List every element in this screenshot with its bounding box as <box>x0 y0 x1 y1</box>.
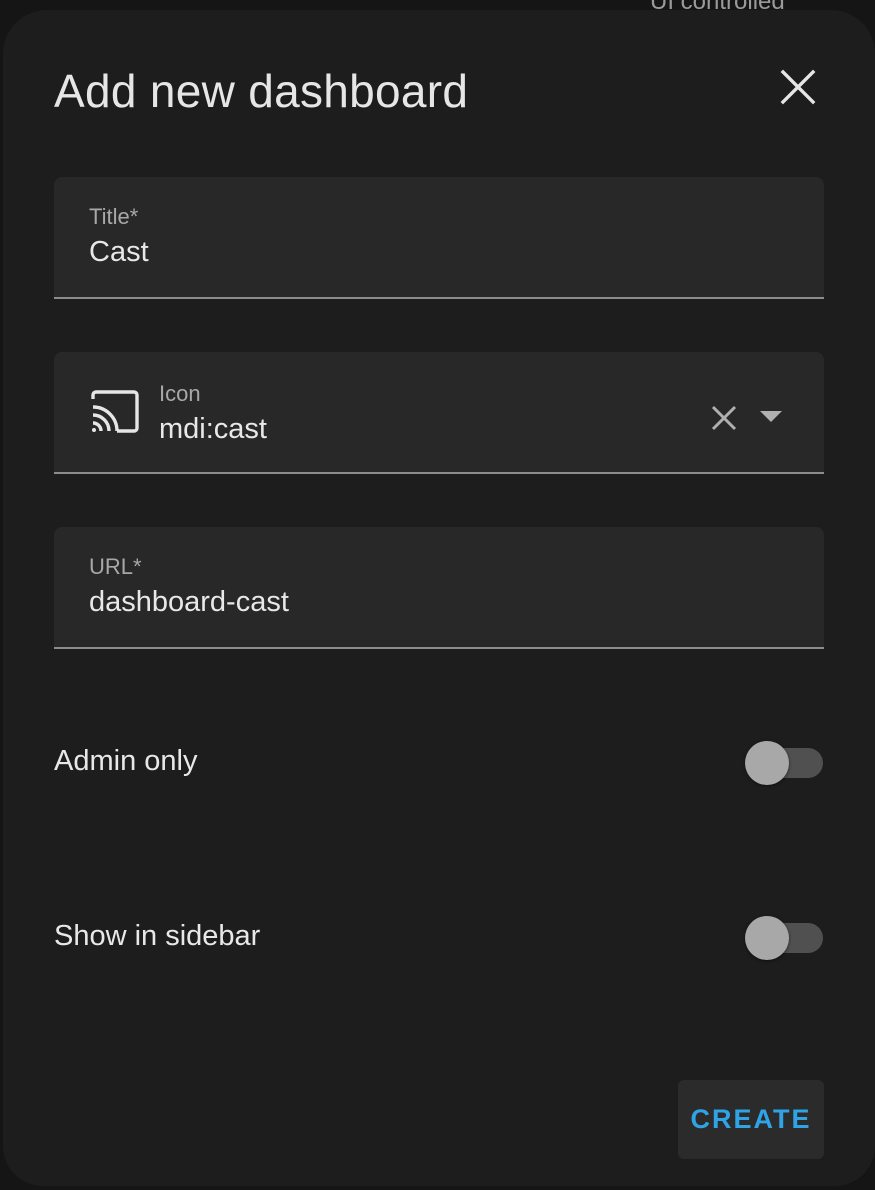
admin-only-toggle[interactable] <box>743 740 825 786</box>
title-field[interactable]: Title* Cast <box>54 177 824 299</box>
admin-only-label: Admin only <box>54 745 198 777</box>
create-button[interactable]: CREATE <box>678 1080 824 1159</box>
add-dashboard-dialog: Add new dashboard Title* Cast Icon mdi:c… <box>3 10 875 1186</box>
icon-picker-field[interactable]: Icon mdi:cast <box>54 352 824 474</box>
close-icon <box>780 69 816 105</box>
toggle-thumb[interactable] <box>745 916 789 960</box>
close-button[interactable] <box>773 62 823 112</box>
dialog-title: Add new dashboard <box>54 65 469 117</box>
cast-icon <box>91 390 139 433</box>
url-field-value[interactable]: dashboard-cast <box>89 586 289 619</box>
url-field[interactable]: URL* dashboard-cast <box>54 527 824 649</box>
clear-icon <box>711 405 737 431</box>
chevron-down-icon <box>760 411 782 422</box>
icon-field-value[interactable]: mdi:cast <box>159 413 267 446</box>
url-field-label: URL* <box>89 554 142 579</box>
icon-field-label: Icon <box>159 381 201 406</box>
title-field-label: Title* <box>89 204 139 229</box>
show-in-sidebar-label: Show in sidebar <box>54 920 261 952</box>
title-field-value[interactable]: Cast <box>89 236 149 269</box>
show-in-sidebar-toggle[interactable] <box>743 915 825 961</box>
icon-dropdown-button[interactable] <box>754 402 788 432</box>
clear-icon-button[interactable] <box>706 400 742 436</box>
toggle-thumb[interactable] <box>745 741 789 785</box>
